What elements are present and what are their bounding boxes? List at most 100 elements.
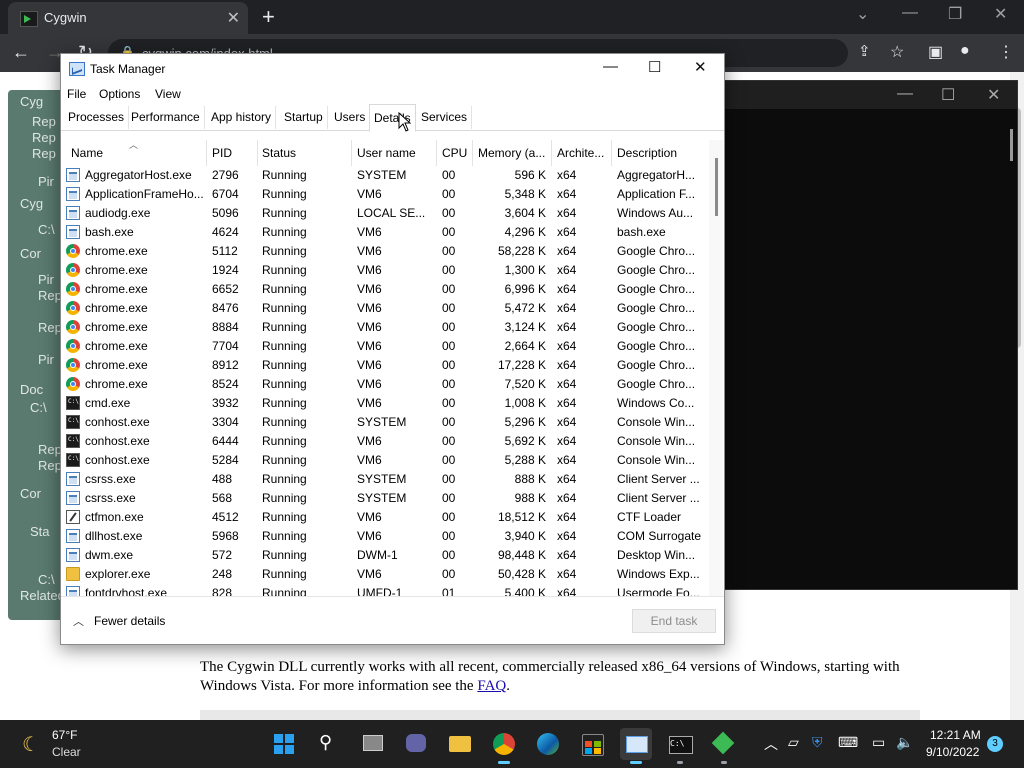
column-header-description[interactable]: Description [613,140,709,166]
task-view-button[interactable] [356,728,388,760]
chrome-taskbar-button[interactable] [488,728,520,764]
table-row[interactable]: dwm.exe 572 Running DWM-1 00 98,448 K x64 Deskt… [61,546,709,565]
store-button[interactable] [576,728,608,760]
weather-temperature[interactable]: 67°F [52,728,77,742]
console-scrollbar-thumb[interactable] [1010,129,1013,161]
tab-search-icon[interactable]: ⌄ [856,4,869,24]
table-row[interactable]: cmd.exe 3932 Running VM6 00 1,008 K x64 Windows… [61,394,709,413]
table-row[interactable]: explorer.exe 248 Running VM6 00 50,428 K x64 Wi… [61,565,709,584]
cell-pid: 6444 [212,434,239,448]
table-row[interactable]: ApplicationFrameHo... 6704 Running VM6 00 5,3… [61,185,709,204]
table-row[interactable]: fontdrvhost.exe 828 Running UMFD-1 01 5,400 K… [61,584,709,596]
start-button[interactable] [268,728,300,760]
menu-file[interactable]: File [67,87,86,101]
column-header-name[interactable]: Name [67,140,207,166]
restore-icon[interactable]: ❐ [948,4,962,24]
table-row[interactable]: ctfmon.exe 4512 Running VM6 00 18,512 K x64 CTF… [61,508,709,527]
profile-icon[interactable]: ● [960,42,970,60]
maximize-icon[interactable]: ☐ [648,58,661,76]
details-table-body: AggregatorHost.exe 2796 Running SYSTEM 00 596… [61,166,709,596]
table-row[interactable]: chrome.exe 1924 Running VM6 00 1,300 K x64 Goog… [61,261,709,280]
table-row[interactable]: chrome.exe 7704 Running VM6 00 2,664 K x64 Goog… [61,337,709,356]
cell-pid: 5112 [212,244,238,258]
edge-button[interactable] [532,728,564,760]
tab-users[interactable]: Users [330,106,371,129]
console-close-icon[interactable]: ✕ [987,85,1000,105]
cell-cpu: 00 [442,396,456,410]
task-manager-taskbar-button[interactable] [620,728,652,764]
console-window[interactable]: — ☐ ✕ [724,80,1018,590]
search-button[interactable]: ⚲ [312,728,344,760]
tab-app-history[interactable]: App history [207,106,277,129]
network-off-icon[interactable]: ▱ [788,734,799,751]
details-scrollbar-thumb[interactable] [715,158,718,216]
table-row[interactable]: audiodg.exe 5096 Running LOCAL SE... 00 3,604… [61,204,709,223]
share-icon[interactable]: ⇪ [858,42,871,60]
menu-kebab-icon[interactable]: ⋮ [998,42,1014,62]
cell-description: Desktop Win... [617,548,696,562]
table-row[interactable]: chrome.exe 8524 Running VM6 00 7,520 K x64 Goog… [61,375,709,394]
clock-time[interactable]: 12:21 AM [930,728,981,742]
menu-options[interactable]: Options [99,87,140,101]
security-shield-icon[interactable]: ⛨ [812,734,823,751]
new-tab-button[interactable]: + [262,4,275,30]
table-row[interactable]: conhost.exe 6444 Running VM6 00 5,692 K x64 Con… [61,432,709,451]
close-window-icon[interactable]: ✕ [994,4,1007,24]
cell-status: Running [262,472,307,486]
faq-link[interactable]: FAQ [477,678,506,694]
table-row[interactable]: conhost.exe 3304 Running SYSTEM 00 5,296 K x64… [61,413,709,432]
tab-close-icon[interactable]: ✕ [227,8,240,28]
column-header-user-name[interactable]: User name [353,140,437,166]
moon-weather-icon[interactable]: ☾ [22,732,40,757]
tab-startup[interactable]: Startup [280,106,328,129]
keyboard-icon[interactable]: ⌨ [838,734,858,751]
table-row[interactable]: dllhost.exe 5968 Running VM6 00 3,940 K x64 COM… [61,527,709,546]
cell-user-name: SYSTEM [357,415,407,429]
weather-condition[interactable]: Clear [52,745,81,759]
close-icon[interactable]: ✕ [694,58,707,76]
chat-button[interactable] [400,728,432,760]
table-row[interactable]: chrome.exe 6652 Running VM6 00 6,996 K x64 Goog… [61,280,709,299]
clock-date[interactable]: 9/10/2022 [926,745,979,759]
terminal-button[interactable]: C:\ [664,728,696,764]
tab-services[interactable]: Services [417,106,473,129]
file-explorer-button[interactable] [444,728,476,760]
table-row[interactable]: csrss.exe 568 Running SYSTEM 00 988 K x64 Clien… [61,489,709,508]
column-header-architecture[interactable]: Archite... [553,140,612,166]
table-row[interactable]: csrss.exe 488 Running SYSTEM 00 888 K x64 Clien… [61,470,709,489]
console-maximize-icon[interactable]: ☐ [941,85,955,105]
column-header-status[interactable]: Status [258,140,352,166]
chevron-up-icon[interactable]: ︿ [73,613,84,629]
end-task-button[interactable]: End task [632,609,716,633]
table-row[interactable]: AggregatorHost.exe 2796 Running SYSTEM 00 596… [61,166,709,185]
fewer-details-link[interactable]: Fewer details [94,614,165,628]
volume-icon[interactable]: 🔈 [896,734,913,751]
cygwin-setup-button[interactable] [708,728,740,764]
column-header-memory[interactable]: Memory (a... [474,140,552,166]
table-row[interactable]: conhost.exe 5284 Running VM6 00 5,288 K x64 Con… [61,451,709,470]
notification-badge[interactable]: 3 [987,736,1003,752]
browser-tab-cygwin[interactable]: Cygwin ✕ [8,2,248,34]
details-scrollbar[interactable] [709,140,723,596]
display-icon[interactable]: ▭ [872,734,885,751]
task-manager-window[interactable]: Task Manager — ☐ ✕ File Options View Pro… [60,53,725,645]
side-panel-icon[interactable]: ▣ [928,42,943,62]
task-manager-title-bar[interactable]: Task Manager — ☐ ✕ [61,54,724,84]
minimize-icon[interactable]: — [603,58,618,75]
table-row[interactable]: bash.exe 4624 Running VM6 00 4,296 K x64 bash.e… [61,223,709,242]
menu-view[interactable]: View [155,87,181,101]
exe-process-icon [66,491,80,505]
column-header-cpu[interactable]: CPU [438,140,473,166]
tab-processes[interactable]: Processes [64,106,130,129]
column-header-pid[interactable]: PID [208,140,258,166]
console-minimize-icon[interactable]: — [897,85,913,103]
table-row[interactable]: chrome.exe 8884 Running VM6 00 3,124 K x64 Goog… [61,318,709,337]
minimize-icon[interactable]: — [902,4,918,22]
chevron-up-tray-icon[interactable]: ︿ [764,734,778,754]
table-row[interactable]: chrome.exe 8476 Running VM6 00 5,472 K x64 Goog… [61,299,709,318]
table-row[interactable]: chrome.exe 5112 Running VM6 00 58,228 K x64 Goo… [61,242,709,261]
tab-performance[interactable]: Performance [127,106,205,129]
bookmark-star-icon[interactable]: ☆ [890,42,904,62]
table-row[interactable]: chrome.exe 8912 Running VM6 00 17,228 K x64 Goo… [61,356,709,375]
back-arrow-icon[interactable]: ← [12,42,30,63]
